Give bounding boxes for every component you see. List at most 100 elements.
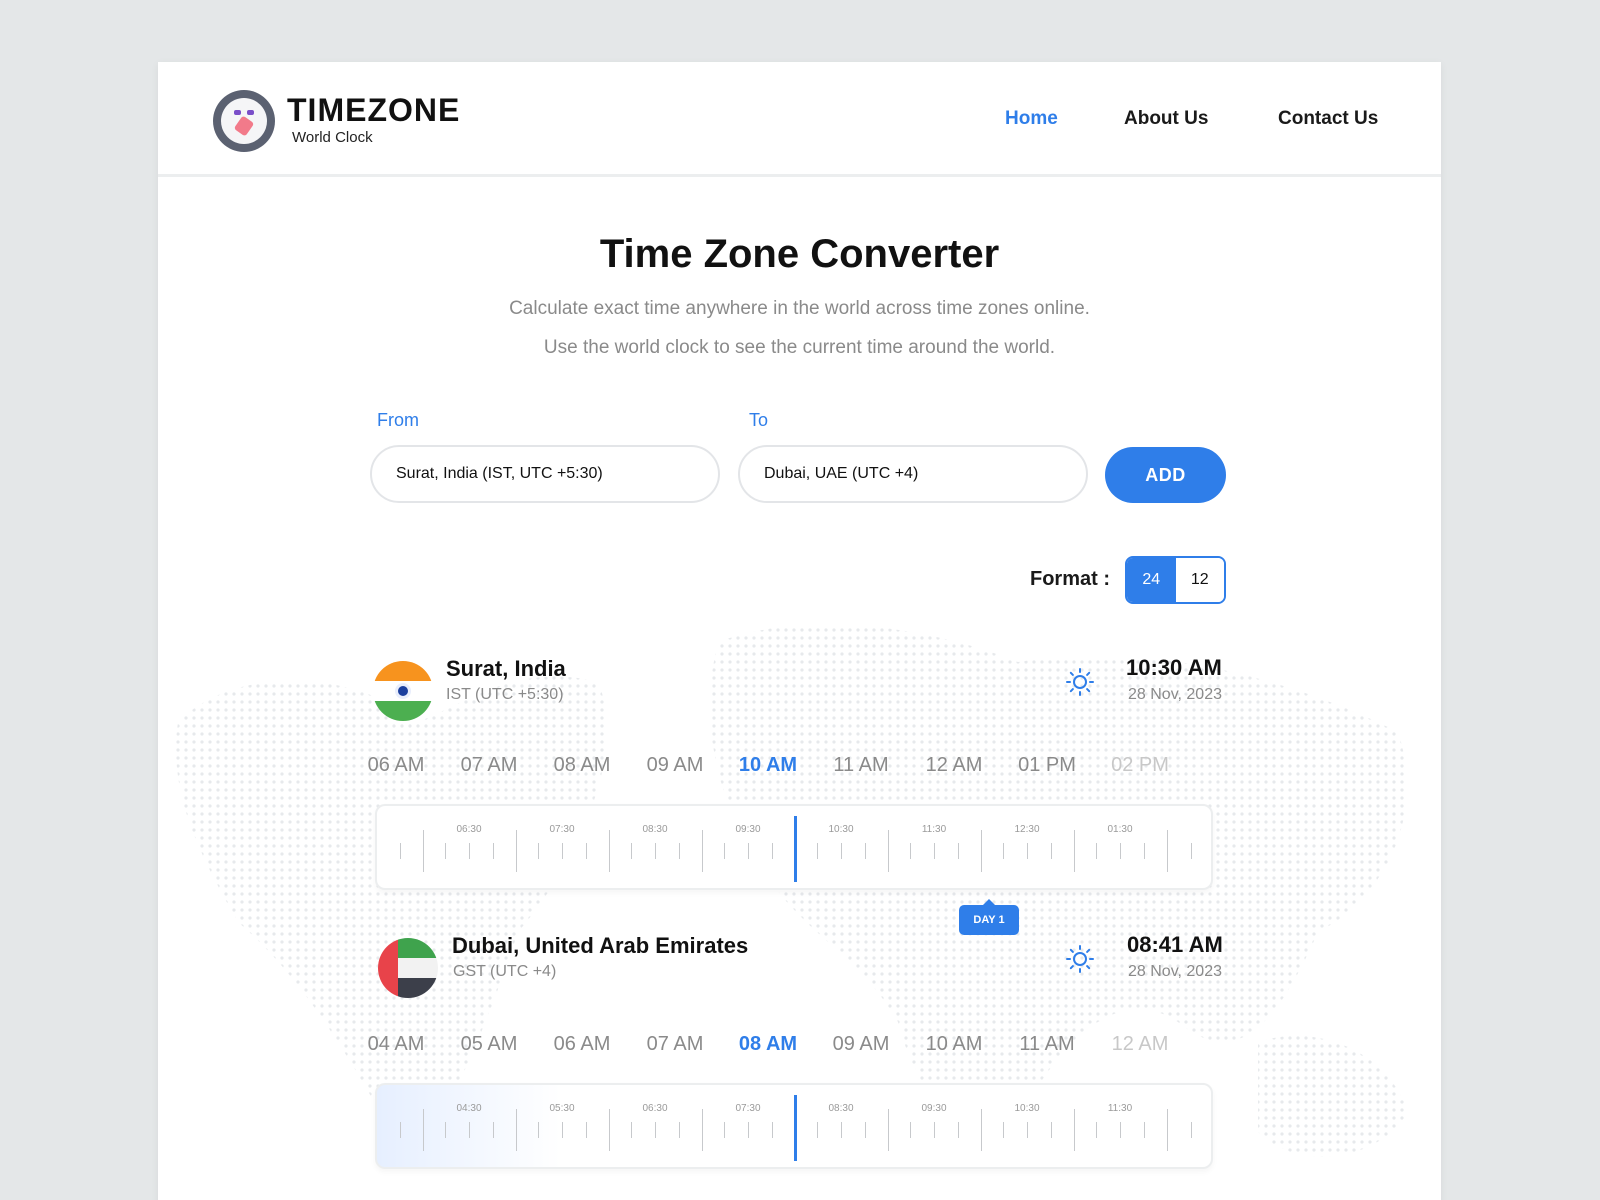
- hour-label[interactable]: 10 AM: [926, 1033, 983, 1056]
- timeline-minor-tick: [841, 1122, 842, 1138]
- timeline-major-tick: [702, 830, 703, 872]
- timeline-major-tick: [981, 1109, 982, 1151]
- format-24-option[interactable]: 24: [1127, 558, 1176, 602]
- timeline-minor-tick: [1051, 843, 1052, 859]
- zone-1-city: Surat, India: [446, 656, 566, 681]
- hour-label[interactable]: 09 AM: [647, 754, 704, 777]
- subtitle-line-1: Calculate exact time anywhere in the wor…: [509, 298, 1090, 319]
- timeline-minor-tick: [910, 1122, 911, 1138]
- timeline-major-tick: [888, 830, 889, 872]
- current-time-indicator: [794, 816, 797, 882]
- timeline-minor-tick: [679, 843, 680, 859]
- zone-2-timeline-slider[interactable]: 04:30 05:30 06:30 07:30 08:30 09:30 10:30 11:30: [375, 1083, 1213, 1169]
- hour-label[interactable]: 04 AM: [368, 1033, 425, 1056]
- hour-label[interactable]: 07 AM: [647, 1033, 704, 1056]
- timeline-minor-tick: [631, 1122, 632, 1138]
- zone-2-time: 08:41 AM: [1127, 932, 1223, 957]
- timeline-minor-tick: [865, 843, 866, 859]
- zone-2-date: 28 Nov, 2023: [1128, 963, 1222, 980]
- zone-1-timeline-slider[interactable]: 06:30 07:30 08:30 09:30 10:30 11:30 12:30 01:30: [375, 804, 1213, 890]
- format-toggle: 24 12: [1125, 556, 1226, 604]
- nav-contact-us[interactable]: Contact Us: [1278, 108, 1378, 130]
- timeline-major-tick: [516, 1109, 517, 1151]
- timeline-minor-tick: [724, 843, 725, 859]
- sun-icon: [1066, 945, 1094, 973]
- nav-home[interactable]: Home: [1005, 108, 1058, 130]
- zone-1-date: 28 Nov, 2023: [1128, 686, 1222, 703]
- timeline-minor-tick: [1003, 843, 1004, 859]
- zone-2-hour-labels: 04 AM 05 AM 06 AM 07 AM 08 AM 09 AM 10 AM 11 AM…: [368, 1033, 1213, 1063]
- timeline-major-tick: [609, 1109, 610, 1151]
- timeline-minor-tick: [772, 1122, 773, 1138]
- day-badge: DAY 1: [959, 899, 1019, 935]
- timeline-minor-tick: [817, 1122, 818, 1138]
- timeline-major-tick: [981, 830, 982, 872]
- timeline-minor-tick: [586, 843, 587, 859]
- timeline-minor-tick: [1120, 843, 1121, 859]
- timeline-minor-tick: [748, 843, 749, 859]
- timeline-major-tick: [1167, 830, 1168, 872]
- hour-label[interactable]: 10 AM: [739, 754, 797, 777]
- timeline-minor-tick: [562, 1122, 563, 1138]
- add-button[interactable]: ADD: [1105, 447, 1226, 503]
- india-flag-icon: [373, 661, 433, 721]
- timeline-minor-tick: [1096, 1122, 1097, 1138]
- format-12-option[interactable]: 12: [1175, 558, 1224, 602]
- nav-about-us[interactable]: About Us: [1124, 108, 1208, 130]
- timeline-minor-tick: [910, 843, 911, 859]
- timeline-minor-tick: [445, 1122, 446, 1138]
- hour-label[interactable]: 02 PM: [1111, 754, 1169, 777]
- timeline-major-tick: [702, 1109, 703, 1151]
- to-label: To: [749, 410, 769, 430]
- brand-subtitle: World Clock: [292, 129, 373, 146]
- timeline-minor-tick: [679, 1122, 680, 1138]
- timeline-minor-tick: [562, 843, 563, 859]
- timeline-minor-tick: [1120, 1122, 1121, 1138]
- timeline-minor-tick: [493, 1122, 494, 1138]
- timeline-tick-label: 10:30: [828, 824, 854, 835]
- hour-label[interactable]: 12 AM: [926, 754, 983, 777]
- clock-logo-icon[interactable]: [213, 90, 275, 152]
- to-input[interactable]: Dubai, UAE (UTC +4): [738, 445, 1088, 503]
- hour-label[interactable]: 06 AM: [554, 1033, 611, 1056]
- hour-label[interactable]: 11 AM: [833, 754, 888, 777]
- hour-label[interactable]: 07 AM: [461, 754, 518, 777]
- timeline-minor-tick: [469, 1122, 470, 1138]
- timeline-major-tick: [423, 830, 424, 872]
- timeline-tick-label: 04:30: [456, 1103, 482, 1114]
- subtitle-line-2: Use the world clock to see the current t…: [543, 337, 1056, 358]
- timeline-major-tick: [516, 830, 517, 872]
- from-label: From: [377, 410, 419, 430]
- timeline-minor-tick: [865, 1122, 866, 1138]
- timeline-minor-tick: [1144, 843, 1145, 859]
- hour-label[interactable]: 08 AM: [554, 754, 611, 777]
- hour-label[interactable]: 05 AM: [461, 1033, 518, 1056]
- zone-2-city: Dubai, United Arab Emirates: [452, 933, 749, 958]
- timeline-minor-tick: [772, 843, 773, 859]
- timeline-minor-tick: [1027, 1122, 1028, 1138]
- timeline-major-tick: [1074, 1109, 1075, 1151]
- current-time-indicator: [794, 1095, 797, 1161]
- page-card: TIMEZONE World Clock Home About Us Conta…: [158, 62, 1441, 1200]
- timeline-tick-label: 07:30: [735, 1103, 761, 1114]
- timeline-minor-tick: [934, 843, 935, 859]
- timeline-minor-tick: [841, 843, 842, 859]
- hour-label[interactable]: 08 AM: [739, 1033, 797, 1056]
- hour-label[interactable]: 09 AM: [833, 1033, 890, 1056]
- hour-label[interactable]: 06 AM: [368, 754, 425, 777]
- timeline-minor-tick: [469, 843, 470, 859]
- timeline-minor-tick: [445, 843, 446, 859]
- timeline-tick-label: 09:30: [921, 1103, 947, 1114]
- timeline-minor-tick: [655, 1122, 656, 1138]
- timeline-major-tick: [609, 830, 610, 872]
- brand-title: TIMEZONE: [287, 92, 461, 128]
- timeline-major-tick: [888, 1109, 889, 1151]
- from-input[interactable]: Surat, India (IST, UTC +5:30): [370, 445, 720, 503]
- hour-label[interactable]: 12 AM: [1112, 1033, 1169, 1056]
- timeline-minor-tick: [538, 843, 539, 859]
- timeline-minor-tick: [493, 843, 494, 859]
- timeline-minor-tick: [748, 1122, 749, 1138]
- hour-label[interactable]: 01 PM: [1018, 754, 1076, 777]
- timeline-tick-label: 05:30: [549, 1103, 575, 1114]
- hour-label[interactable]: 11 AM: [1019, 1033, 1074, 1056]
